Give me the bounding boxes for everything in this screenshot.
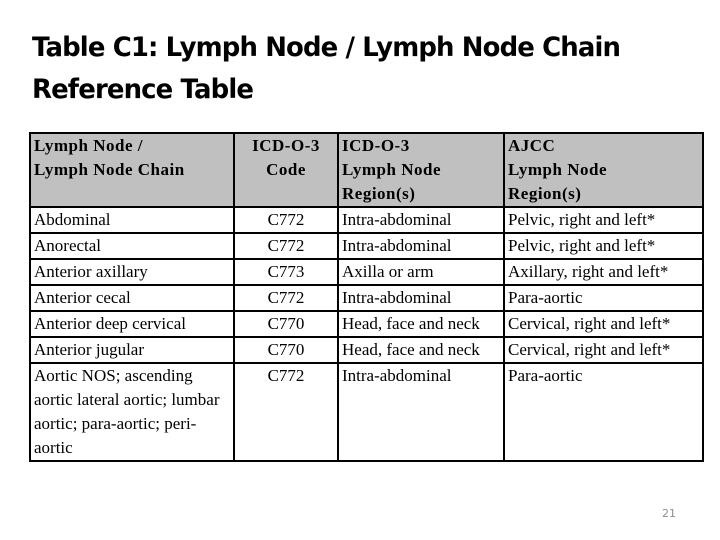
table-row: Anterior jugular C770 Head, face and nec… bbox=[29, 336, 704, 364]
cell-icd-code: C772 bbox=[233, 206, 339, 234]
cell-lymph-node: Anterior jugular bbox=[29, 336, 235, 364]
table-row: Abdominal C772 Intra-abdominal Pelvic, r… bbox=[29, 206, 704, 234]
header-line: Region(s) bbox=[342, 184, 416, 203]
table-row: Anterior axillary C773 Axilla or arm Axi… bbox=[29, 258, 704, 286]
cell-lymph-node: Abdominal bbox=[29, 206, 235, 234]
cell-icd-region: Intra-abdominal bbox=[337, 206, 505, 234]
cell-ajcc-region: Pelvic, right and left* bbox=[503, 232, 704, 260]
table-row: Anterior deep cervical C770 Head, face a… bbox=[29, 310, 704, 338]
table-row: Aortic NOS; ascending aortic lateral aor… bbox=[29, 362, 704, 462]
cell-icd-code: C772 bbox=[233, 362, 339, 462]
header-line: Code bbox=[266, 160, 306, 179]
header-ajcc-region: AJCC Lymph Node Region(s) bbox=[503, 132, 704, 208]
header-lymph-node-chain: Lymph Node / Lymph Node Chain bbox=[29, 132, 235, 208]
cell-icd-code: C772 bbox=[233, 284, 339, 312]
header-line: Lymph Node Chain bbox=[34, 160, 185, 179]
header-line: ICD-O-3 bbox=[252, 136, 320, 155]
cell-lymph-node: Anterior deep cervical bbox=[29, 310, 235, 338]
cell-ajcc-region: Axillary, right and left* bbox=[503, 258, 704, 286]
cell-ajcc-region: Cervical, right and left* bbox=[503, 336, 704, 364]
cell-ajcc-region: Pelvic, right and left* bbox=[503, 206, 704, 234]
cell-icd-region: Head, face and neck bbox=[337, 336, 505, 364]
header-line: Region(s) bbox=[508, 184, 582, 203]
cell-icd-code: C772 bbox=[233, 232, 339, 260]
header-line: Lymph Node bbox=[508, 160, 607, 179]
lymph-node-reference-table: Lymph Node / Lymph Node Chain ICD-O-3 Co… bbox=[29, 132, 704, 462]
cell-lymph-node: Anterior axillary bbox=[29, 258, 235, 286]
header-line: Lymph Node / bbox=[34, 136, 143, 155]
slide-title: Table C1: Lymph Node / Lymph Node Chain … bbox=[32, 32, 621, 105]
cell-icd-region: Intra-abdominal bbox=[337, 284, 505, 312]
header-line: AJCC bbox=[508, 136, 556, 155]
header-line: Lymph Node bbox=[342, 160, 441, 179]
table-row: Anterior cecal C772 Intra-abdominal Para… bbox=[29, 284, 704, 312]
table-row: Anorectal C772 Intra-abdominal Pelvic, r… bbox=[29, 232, 704, 260]
cell-icd-region: Axilla or arm bbox=[337, 258, 505, 286]
cell-icd-code: C770 bbox=[233, 336, 339, 364]
cell-lymph-node: Anterior cecal bbox=[29, 284, 235, 312]
cell-ajcc-region: Para-aortic bbox=[503, 284, 704, 312]
cell-lymph-node: Aortic NOS; ascending aortic lateral aor… bbox=[29, 362, 235, 462]
cell-icd-region: Intra-abdominal bbox=[337, 362, 505, 462]
header-icd-region: ICD-O-3 Lymph Node Region(s) bbox=[337, 132, 505, 208]
cell-icd-region: Head, face and neck bbox=[337, 310, 505, 338]
cell-icd-code: C773 bbox=[233, 258, 339, 286]
page-number: 21 bbox=[662, 507, 676, 520]
cell-ajcc-region: Para-aortic bbox=[503, 362, 704, 462]
header-row: Lymph Node / Lymph Node Chain ICD-O-3 Co… bbox=[29, 132, 704, 208]
cell-icd-region: Intra-abdominal bbox=[337, 232, 505, 260]
slide: Table C1: Lymph Node / Lymph Node Chain … bbox=[0, 0, 720, 540]
table-body: Abdominal C772 Intra-abdominal Pelvic, r… bbox=[29, 206, 704, 462]
cell-ajcc-region: Cervical, right and left* bbox=[503, 310, 704, 338]
table-header: Lymph Node / Lymph Node Chain ICD-O-3 Co… bbox=[29, 132, 704, 208]
header-icd-code: ICD-O-3 Code bbox=[233, 132, 339, 208]
cell-icd-code: C770 bbox=[233, 310, 339, 338]
cell-lymph-node: Anorectal bbox=[29, 232, 235, 260]
header-line: ICD-O-3 bbox=[342, 136, 410, 155]
